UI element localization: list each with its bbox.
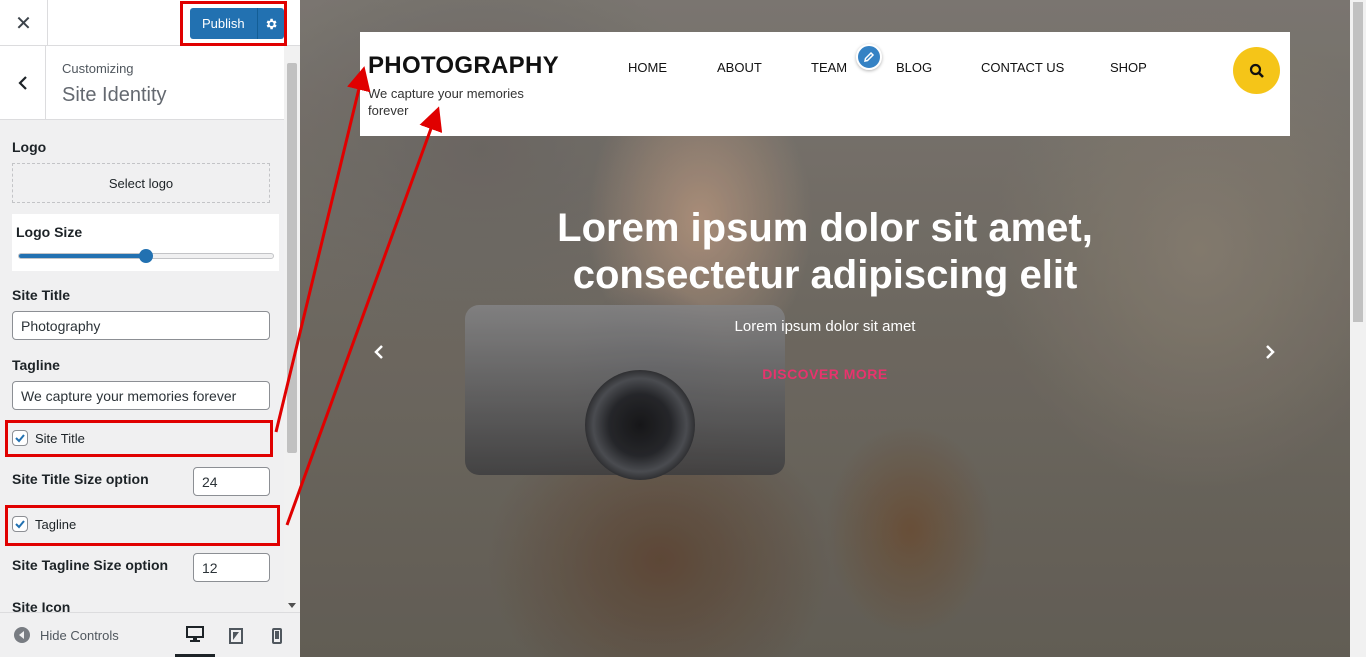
slider-next-button[interactable] — [1258, 340, 1282, 364]
customizer-footer: Hide Controls — [0, 612, 300, 657]
hero-subtext: Lorem ipsum dolor sit amet — [734, 318, 916, 335]
checkmark-icon — [15, 434, 25, 443]
nav-contact-us[interactable]: CONTACT US — [981, 60, 1064, 75]
discover-more-link[interactable]: DISCOVER MORE — [675, 366, 975, 382]
tagline-input[interactable] — [12, 381, 270, 410]
site-title-label: Site Title — [12, 287, 71, 303]
mobile-icon — [272, 627, 282, 644]
tagline-size-input[interactable] — [193, 553, 270, 582]
nav-team[interactable]: TEAM — [811, 60, 847, 75]
scroll-down-arrow-icon[interactable] — [288, 603, 296, 608]
close-icon: ✕ — [15, 12, 32, 35]
site-title-input[interactable] — [12, 311, 270, 340]
back-button[interactable] — [0, 46, 46, 119]
display-site-title-checkbox-row[interactable]: Site Title — [12, 430, 85, 446]
desktop-icon — [186, 625, 204, 642]
search-button[interactable] — [1233, 47, 1280, 94]
customizer-sidebar: ✕ Publish Customizing Site Identity Logo… — [0, 0, 300, 657]
logo-size-slider[interactable] — [18, 249, 274, 263]
checkmark-icon — [15, 520, 25, 529]
tagline-size-label: Site Tagline Size option — [12, 557, 169, 573]
site-header: PHOTOGRAPHY We capture your memories for… — [360, 32, 1290, 136]
tagline-label: Tagline — [12, 357, 60, 373]
gear-icon — [266, 18, 277, 29]
display-site-title-label: Site Title — [35, 430, 85, 446]
preview-desktop-button[interactable] — [175, 613, 215, 657]
nav-about[interactable]: ABOUT — [717, 60, 762, 75]
preview-scrollbar-thumb[interactable] — [1353, 2, 1363, 322]
customizer-header: ✕ Publish — [0, 0, 300, 46]
site-title[interactable]: PHOTOGRAPHY — [368, 52, 559, 80]
logo-size-control: Logo Size — [12, 214, 279, 271]
display-site-title-checkbox[interactable] — [12, 430, 28, 446]
display-tagline-checkbox-row[interactable]: Tagline — [12, 516, 76, 532]
pencil-icon — [864, 51, 875, 62]
hero-heading-line-2: consectetur adipiscing elit — [572, 253, 1078, 297]
tablet-icon — [229, 627, 243, 644]
hide-controls-label: Hide Controls — [40, 627, 119, 643]
arrow-left-circle-icon — [14, 627, 30, 643]
site-title-size-label: Site Title Size option — [12, 471, 149, 487]
section-header: Customizing Site Identity — [0, 46, 284, 120]
nav-shop[interactable]: SHOP — [1110, 60, 1147, 75]
display-tagline-label: Tagline — [35, 516, 77, 532]
edit-shortcut-button[interactable] — [856, 44, 882, 70]
hero-heading-line-1: Lorem ipsum dolor sit amet, — [557, 206, 1093, 250]
chevron-left-icon — [17, 75, 27, 90]
logo-size-label: Logo Size — [16, 224, 83, 240]
section-title: Site Identity — [62, 84, 167, 106]
site-title-size-input[interactable] — [193, 467, 270, 496]
search-icon — [1249, 63, 1264, 78]
display-tagline-checkbox[interactable] — [12, 516, 28, 532]
nav-blog[interactable]: BLOG — [896, 60, 932, 75]
hide-controls-button[interactable]: Hide Controls — [14, 627, 119, 643]
chevron-left-icon — [374, 345, 383, 359]
site-preview: PHOTOGRAPHY We capture your memories for… — [300, 0, 1366, 657]
close-button[interactable]: ✕ — [0, 0, 48, 46]
publish-settings-button[interactable] — [256, 8, 284, 39]
nav-home[interactable]: HOME — [628, 60, 667, 75]
publish-group: Publish — [190, 8, 284, 39]
publish-button[interactable]: Publish — [190, 8, 257, 39]
preview-scrollbar[interactable] — [1350, 0, 1366, 657]
slider-fill — [19, 254, 146, 258]
scrollbar-thumb[interactable] — [287, 63, 297, 453]
customizing-label: Customizing — [62, 61, 134, 76]
sidebar-scrollbar[interactable] — [284, 46, 300, 612]
slider-handle[interactable] — [139, 249, 153, 263]
select-logo-button[interactable]: Select logo — [12, 163, 270, 203]
hero-heading: Lorem ipsum dolor sit amet, consectetur … — [475, 205, 1175, 299]
slider-prev-button[interactable] — [367, 340, 391, 364]
preview-tablet-button[interactable] — [216, 613, 256, 657]
site-tagline: We capture your memories forever — [368, 86, 524, 118]
chevron-right-icon — [1266, 345, 1275, 359]
logo-label: Logo — [12, 139, 47, 155]
preview-mobile-button[interactable] — [257, 613, 297, 657]
